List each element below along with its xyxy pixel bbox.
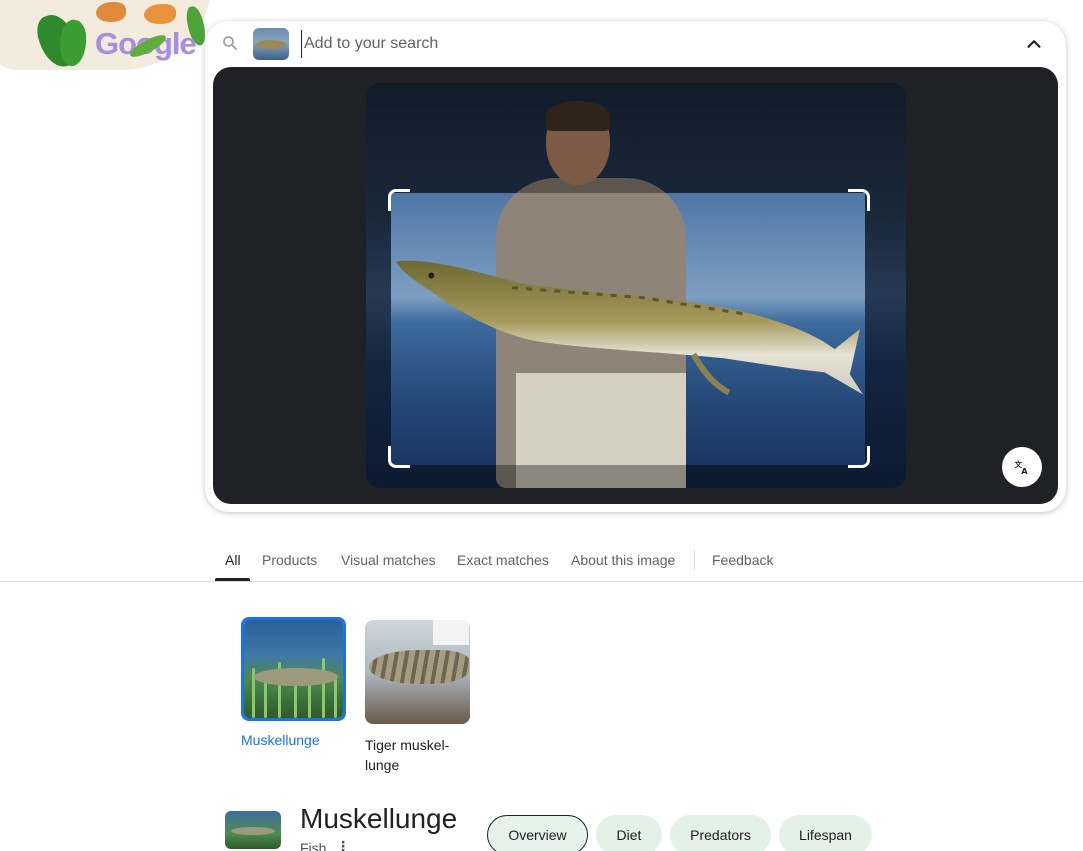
chip-lifespan[interactable]: Lifespan	[779, 815, 872, 851]
active-tab-indicator	[215, 578, 250, 581]
search-box: 文 A	[205, 21, 1066, 512]
query-image[interactable]	[366, 83, 906, 488]
result-tabs: All Products Visual matches Exact matche…	[0, 538, 1083, 582]
entity-label[interactable]: Muskellunge	[241, 730, 346, 750]
selection-region[interactable]	[391, 193, 865, 465]
chip-overview[interactable]: Overview	[487, 815, 588, 851]
chevron-up-icon[interactable]	[1023, 33, 1045, 55]
shrimp-illustration	[96, 2, 126, 22]
entity-subtitle: Fish	[300, 840, 327, 851]
image-panel: 文 A	[213, 67, 1058, 504]
entity-image[interactable]	[241, 617, 346, 721]
translate-button[interactable]: 文 A	[1002, 447, 1042, 487]
muskellunge-fish	[396, 260, 863, 396]
entity-thumbnail[interactable]	[225, 811, 281, 849]
crop-handle-bottom-right[interactable]	[848, 446, 870, 468]
tab-exact-matches[interactable]: Exact matches	[457, 552, 549, 568]
tab-feedback[interactable]: Feedback	[712, 552, 773, 568]
entity-tiger-muskellunge[interactable]: Tiger muskel-lunge	[365, 620, 470, 775]
crop-handle-top-right[interactable]	[848, 189, 870, 211]
tiger-muskellunge-photo	[365, 620, 470, 724]
tab-products[interactable]: Products	[262, 552, 317, 568]
google-doodle-logo[interactable]: Google	[0, 0, 212, 72]
translate-icon: 文 A	[1015, 459, 1029, 476]
crop-handle-top-left[interactable]	[388, 189, 410, 211]
tab-visual-matches[interactable]: Visual matches	[341, 552, 436, 568]
thumbnail-fish	[256, 40, 286, 49]
shrimp-illustration	[144, 4, 176, 24]
muskellunge-photo	[244, 620, 343, 718]
entity-title: Muskellunge	[300, 803, 458, 834]
tab-about-this-image[interactable]: About this image	[571, 552, 675, 568]
search-row	[205, 21, 1066, 67]
entity-muskellunge[interactable]: Muskellunge	[241, 617, 346, 750]
chip-predators[interactable]: Predators	[670, 815, 771, 851]
entity-image[interactable]	[365, 620, 470, 724]
crop-handle-bottom-left[interactable]	[388, 446, 410, 468]
query-image-thumbnail[interactable]	[253, 28, 289, 60]
more-vert-icon[interactable]: ⋮	[336, 838, 350, 851]
svg-text:A: A	[1021, 466, 1028, 476]
search-input[interactable]	[301, 30, 1001, 58]
tab-divider	[694, 550, 695, 570]
entity-label[interactable]: Tiger muskel-lunge	[365, 735, 461, 775]
tab-all[interactable]: All	[225, 552, 241, 568]
chip-diet[interactable]: Diet	[596, 815, 662, 851]
search-icon[interactable]	[221, 34, 239, 52]
